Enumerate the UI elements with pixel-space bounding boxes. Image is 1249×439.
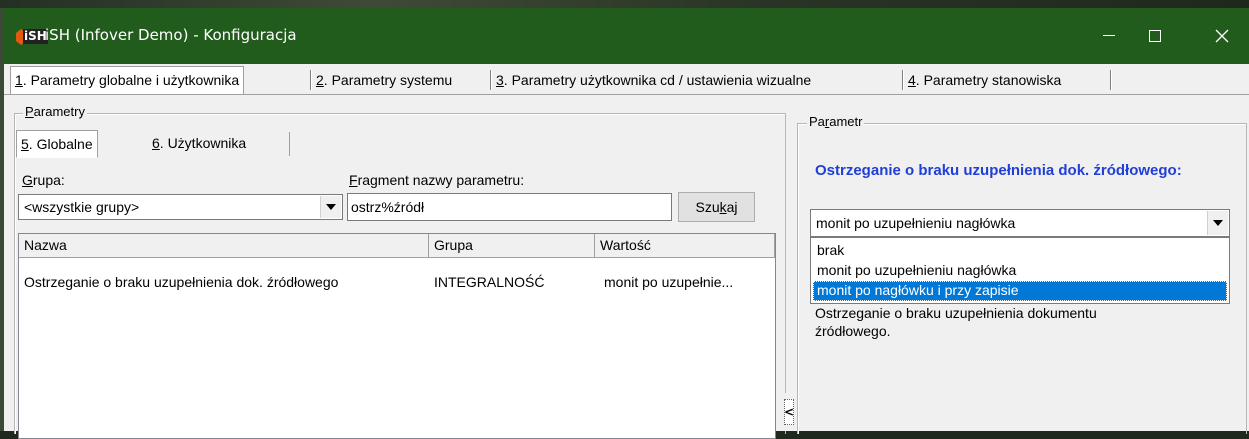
tab-parametry-uzytkownika-cd[interactable]: 3. Parametry użytkownika cd / ustawienia…: [496, 68, 811, 92]
chevron-down-icon: [1213, 220, 1223, 226]
parameter-description: Ostrzeganie o braku uzupełnienia dokumen…: [815, 305, 1097, 339]
maximize-icon: [1149, 30, 1161, 42]
cell-nazwa: Ostrzeganie o braku uzupełnienia dok. źr…: [24, 274, 339, 290]
fragment-search-input[interactable]: ostrz%źródł: [347, 193, 672, 221]
subtab-uzytkownika[interactable]: 6. Użytkownika: [152, 130, 246, 156]
group-combobox[interactable]: <wszystkie grupy>: [18, 194, 343, 220]
title-bar[interactable]: iSH iSH (Infover Demo) - Konfiguracja: [4, 8, 1249, 64]
parameter-value-combobox[interactable]: monit po uzupełnieniu nagłówka: [810, 209, 1230, 237]
parameter-dropdown-arrow[interactable]: [1207, 211, 1228, 235]
column-header-nazwa[interactable]: Nazwa: [19, 234, 429, 257]
option-brak[interactable]: brak: [813, 241, 1227, 261]
tab-separator: [1110, 70, 1112, 90]
tab-parametry-systemu[interactable]: 2. Parametry systemu: [316, 68, 452, 92]
table-header: Nazwa Grupa Wartość: [19, 234, 775, 258]
tab-separator: [902, 70, 904, 90]
cell-grupa: INTEGRALNOŚĆ: [434, 274, 545, 290]
close-icon: [1215, 29, 1229, 43]
parameter-options-list[interactable]: brak monit po uzupełnieniu nagłówka moni…: [810, 237, 1230, 304]
column-header-wartosc[interactable]: Wartość: [595, 234, 775, 257]
parameters-table[interactable]: Nazwa Grupa Wartość Ostrzeganie o braku …: [18, 233, 776, 439]
panel-splitter[interactable]: <: [783, 393, 795, 431]
background-strip: [0, 0, 1249, 8]
fragment-search-value: ostrz%źródł: [351, 199, 425, 215]
main-tab-strip: 1. Parametry globalne i użytkownika 2. P…: [4, 64, 1249, 95]
parametr-legend: Parametr: [807, 114, 865, 129]
parameter-title: Ostrzeganie o braku uzupełnienia dok. źr…: [815, 162, 1182, 179]
parameter-value-selected: monit po uzupełnieniu nagłówka: [816, 215, 1016, 231]
subtab-globalne[interactable]: 5. Globalne: [16, 130, 98, 158]
option-monit-po-naglowku[interactable]: monit po uzupełnieniu nagłówka: [813, 261, 1227, 281]
tab-parametry-stanowiska[interactable]: 4. Parametry stanowiska: [908, 68, 1061, 92]
option-monit-po-naglowku-i-zapisie[interactable]: monit po nagłówku i przy zapisie: [813, 281, 1227, 301]
collapse-left-icon[interactable]: <: [784, 399, 794, 425]
search-button[interactable]: Szukaj: [678, 192, 755, 222]
tab-parametry-globalne[interactable]: 1. Parametry globalne i użytkownika: [10, 66, 245, 94]
window-title: iSH (Infover Demo) - Konfiguracja: [45, 26, 297, 44]
maximize-button[interactable]: [1132, 8, 1178, 64]
parametry-legend: Parametry: [23, 104, 87, 119]
column-header-grupa[interactable]: Grupa: [429, 234, 595, 257]
subtab-separator: [289, 132, 290, 156]
group-dropdown-arrow[interactable]: [320, 196, 341, 218]
tab-separator: [490, 70, 492, 90]
fragment-label: Fragment nazwy parametru:: [349, 172, 525, 188]
tab-separator: [310, 70, 312, 90]
minimize-icon: [1103, 35, 1115, 36]
app-logo-icon: iSH: [16, 29, 48, 45]
table-row[interactable]: Ostrzeganie o braku uzupełnienia dok. źr…: [19, 272, 775, 292]
cell-wartosc: monit po uzupełnie...: [604, 274, 734, 290]
group-combobox-value: <wszystkie grupy>: [24, 199, 140, 215]
group-label: Grupa:: [22, 172, 65, 188]
chevron-down-icon: [326, 204, 336, 210]
minimize-button[interactable]: [1086, 8, 1132, 64]
close-button[interactable]: [1199, 8, 1245, 64]
configuration-window: iSH iSH (Infover Demo) - Konfiguracja 1.…: [4, 8, 1249, 439]
